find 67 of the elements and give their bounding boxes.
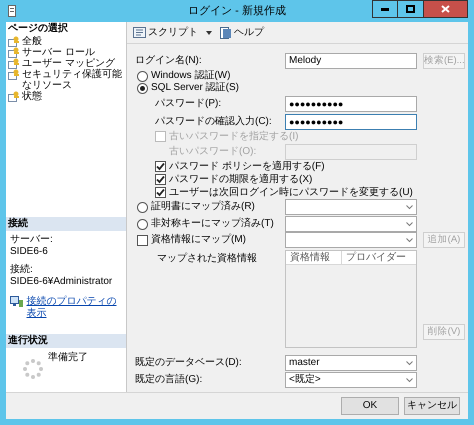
- close-icon: [441, 5, 450, 13]
- radio-button[interactable]: 証明書にマップ済み(R): [137, 201, 281, 213]
- checkbox-icon[interactable]: [155, 174, 166, 185]
- page-item[interactable]: サーバー ロール: [6, 47, 126, 58]
- radio-button[interactable]: Windows 認証(W): [137, 70, 230, 82]
- spinner-icon: [22, 358, 44, 380]
- maximize-button[interactable]: [398, 0, 424, 18]
- checkbox-icon[interactable]: [155, 161, 166, 172]
- password-field[interactable]: ●●●●●●●●●●: [285, 96, 417, 112]
- connection-properties-link[interactable]: 接続のプロパティの表示: [26, 296, 122, 320]
- toolbar-button[interactable]: スクリプト: [133, 26, 212, 38]
- text-field[interactable]: Melody: [285, 53, 417, 69]
- checkbox[interactable]: パスワードの期限を適用する(X): [155, 174, 312, 186]
- page-item[interactable]: ユーザー マッピング: [6, 58, 126, 69]
- field-label: 既定の言語(G):: [135, 374, 204, 386]
- checkbox[interactable]: ユーザーは次回ログイン時にパスワードを変更する(U): [155, 186, 413, 198]
- chevron-icon: [406, 238, 413, 242]
- field-label: 古いパスワード(O):: [169, 146, 256, 157]
- ok-button[interactable]: OK: [341, 397, 399, 415]
- caret-icon: [206, 30, 212, 34]
- close-button[interactable]: [424, 0, 468, 18]
- app-icon: [8, 5, 16, 17]
- column-header: 資格情報: [289, 251, 331, 264]
- connection-icon: [10, 296, 24, 308]
- chevron-icon: [406, 360, 413, 366]
- page-item[interactable]: 全般: [6, 36, 126, 47]
- radio-icon[interactable]: [137, 218, 148, 230]
- status-text: 準備完了: [48, 352, 88, 364]
- help-icon: [220, 26, 232, 38]
- chevron-icon: [406, 204, 413, 210]
- section-heading: 進行状況: [6, 334, 126, 348]
- radio-icon[interactable]: [137, 202, 148, 212]
- field-label: ログイン名(N):: [135, 55, 203, 67]
- chevron-icon: [406, 378, 413, 382]
- field-label: サーバー:: [10, 234, 54, 246]
- field-label: パスワードの確認入力(C):: [155, 116, 272, 127]
- field-label: 接続:: [10, 264, 34, 276]
- field-label: パスワード(P):: [155, 98, 222, 109]
- section-heading: 接続: [6, 217, 126, 231]
- radio-button[interactable]: SQL Server 認証(S): [137, 82, 239, 94]
- minimize-button[interactable]: [372, 0, 398, 18]
- field-value: SIDE6-6: [10, 246, 49, 258]
- radio-icon[interactable]: [137, 82, 148, 94]
- credentials-table[interactable]: 資格情報 プロバイダー: [285, 250, 417, 348]
- page-item[interactable]: 状態: [6, 91, 126, 102]
- checkbox[interactable]: パスワード ポリシーを適用する(F): [155, 160, 325, 172]
- checkbox[interactable]: 資格情報にマップ(M): [137, 234, 281, 246]
- radio-button[interactable]: 非対称キーにマップ済み(T): [137, 218, 281, 230]
- column-header: プロバイダー: [341, 251, 416, 264]
- field-label: マップされた資格情報: [157, 253, 257, 264]
- maximize-icon: [406, 5, 415, 13]
- script-icon: [133, 27, 146, 38]
- sidebar-heading: ページの選択: [7, 22, 69, 36]
- cancel-button[interactable]: キャンセル: [404, 397, 460, 415]
- chevron-icon: [406, 222, 413, 226]
- dropdown[interactable]: master: [285, 355, 417, 371]
- checkbox-icon[interactable]: [137, 234, 148, 246]
- page-item[interactable]: セキュリティ保護可能なリソース: [6, 69, 126, 91]
- window-title: ログイン - 新規作成: [187, 4, 287, 19]
- field-value: SIDE6-6¥Administrator: [10, 276, 114, 288]
- toolbar-button[interactable]: ヘルプ: [220, 26, 264, 38]
- minimize-icon: [381, 8, 389, 10]
- dropdown[interactable]: <既定>: [285, 372, 417, 388]
- field-label: 既定のデータベース(D):: [135, 357, 243, 369]
- password-field[interactable]: ●●●●●●●●●●: [285, 114, 417, 130]
- radio-icon[interactable]: [137, 70, 148, 82]
- checkbox-icon[interactable]: [155, 187, 166, 198]
